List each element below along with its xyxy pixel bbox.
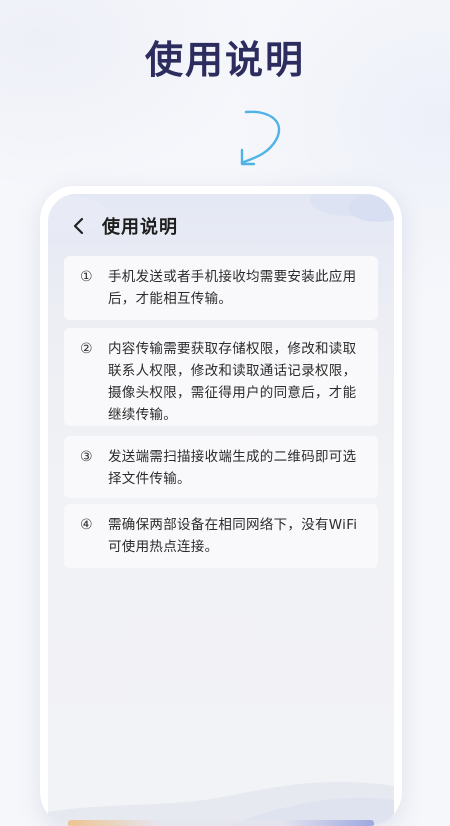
instruction-card-2: ② 内容传输需要获取存储权限，修改和读取联系人权限，修改和读取通话记录权限，摄像… [64,328,378,426]
chevron-left-icon [73,217,84,235]
card-number: ② [80,341,93,357]
instruction-card-4: ④ 需确保两部设备在相同网络下，没有WiFi可使用热点连接。 [64,504,378,568]
page-title: 使用说明 [102,217,178,238]
card-number: ③ [80,449,93,465]
promo-title: 使用说明 [144,38,305,82]
instruction-card-3: ③ 发送端需扫描接收端生成的二维码即可选择文件传输。 [64,436,378,498]
app-screen: 使用说明 ① 手机发送或者手机接收均需要安装此应用后，才能相互传输。 ② 内容传… [48,194,394,826]
back-button[interactable] [62,209,96,243]
phone-mockup: 使用说明 ① 手机发送或者手机接收均需要安装此应用后，才能相互传输。 ② 内容传… [40,186,402,826]
card-text: 内容传输需要获取存储权限，修改和读取联系人权限，修改和读取通话记录权限，摄像头权… [108,341,357,423]
instruction-card-1: ① 手机发送或者手机接收均需要安装此应用后，才能相互传输。 [64,256,378,320]
card-number: ④ [80,517,93,533]
bottom-accent-bar [68,820,374,826]
card-number: ① [80,269,93,285]
nav-bar: 使用说明 [48,204,394,248]
hill-decoration [48,781,394,826]
curved-arrow-icon [240,110,281,166]
card-text: 发送端需扫描接收端生成的二维码即可选择文件传输。 [108,449,357,487]
card-text: 需确保两部设备在相同网络下，没有WiFi可使用热点连接。 [108,517,358,555]
card-text: 手机发送或者手机接收均需要安装此应用后，才能相互传输。 [108,269,357,307]
